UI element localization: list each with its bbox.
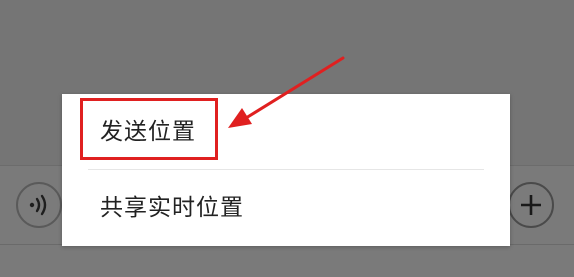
annotation-arrow-icon	[228, 56, 345, 128]
